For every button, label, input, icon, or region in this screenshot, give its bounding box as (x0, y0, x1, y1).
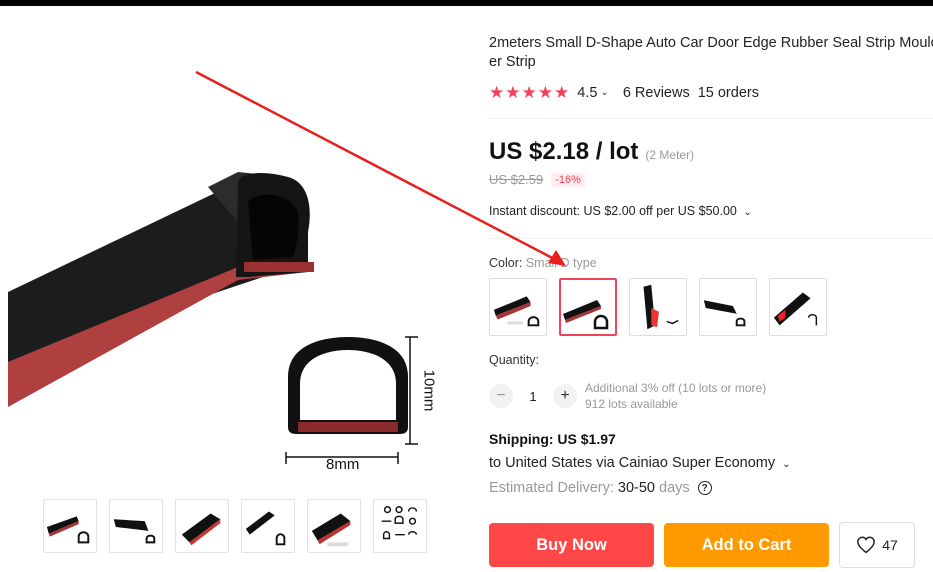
main-product-image[interactable]: 10mm 8mm (8, 32, 478, 487)
divider (489, 118, 933, 119)
instant-discount[interactable]: Instant discount: US $2.00 off per US $5… (489, 204, 752, 218)
quantity-info: Additional 3% off (10 lots or more) 912 … (585, 380, 766, 412)
reviews-link[interactable]: 6 Reviews (623, 85, 690, 101)
color-swatch-4[interactable] (699, 278, 757, 336)
thumbnail-4[interactable] (241, 499, 295, 553)
instant-discount-text: Instant discount: US $2.00 off per US $5… (489, 204, 737, 218)
thumbnail-1[interactable] (43, 499, 97, 553)
quantity-row: − 1 + Additional 3% off (10 lots or more… (489, 380, 766, 412)
rating-value[interactable]: 4.5 (577, 85, 597, 101)
thumbnail-strip (43, 499, 427, 553)
color-swatches (489, 278, 827, 336)
rating-row: ★ ★ ★ ★ ★ 4.5 ⌄ 6 Reviews 15 orders (489, 84, 759, 101)
estimated-delivery: Estimated Delivery: 30-50 days ? (489, 480, 712, 496)
original-price: US $2.59 (489, 172, 544, 187)
additional-discount-text: Additional 3% off (10 lots or more) (585, 381, 767, 395)
selected-color-value: Small D type (525, 256, 597, 270)
minus-icon[interactable]: − (489, 384, 513, 408)
star-icon: ★ (521, 83, 537, 102)
product-title-continued: er Strip (489, 54, 536, 70)
thumbnail-6[interactable] (373, 499, 427, 553)
width-dimension-label: 8mm (326, 456, 360, 473)
product-title: 2meters Small D-Shape Auto Car Door Edge… (489, 35, 933, 51)
delivery-unit: days (659, 480, 690, 496)
delivery-label: Estimated Delivery: (489, 480, 614, 496)
star-half-icon: ★ (554, 83, 570, 102)
thumbnail-5[interactable] (307, 499, 361, 553)
plus-icon[interactable]: + (553, 384, 577, 408)
add-to-cart-button[interactable]: Add to Cart (664, 523, 829, 567)
chevron-down-icon[interactable]: ⌄ (600, 87, 608, 98)
star-icon: ★ (537, 83, 553, 102)
delivery-value: 30-50 (617, 480, 655, 496)
action-buttons: Buy Now Add to Cart 47 (489, 522, 915, 568)
thumbnail-3[interactable] (175, 499, 229, 553)
lots-available-text: 912 lots available (585, 397, 678, 411)
help-icon[interactable]: ? (697, 481, 712, 495)
thumbnail-2[interactable] (109, 499, 163, 553)
color-label-row: Color: Small D type (489, 256, 597, 270)
buy-now-button[interactable]: Buy Now (489, 523, 654, 567)
wishlist-count: 47 (882, 537, 898, 553)
color-swatch-5[interactable] (769, 278, 827, 336)
chevron-down-icon: ⌄ (782, 459, 791, 470)
color-swatch-2-selected[interactable] (559, 278, 617, 336)
price-row: US $2.18 / lot (2 Meter) (489, 138, 694, 166)
height-dimension-label: 10mm (420, 369, 438, 412)
color-label: Color: (489, 256, 523, 270)
quantity-label: Quantity: (489, 353, 540, 367)
discount-badge: -16% (551, 172, 585, 187)
star-icon: ★ (489, 83, 505, 102)
shipping-title: Shipping: US $1.97 (489, 431, 616, 447)
color-swatch-1[interactable] (489, 278, 547, 336)
wishlist-button[interactable]: 47 (839, 522, 915, 568)
shipping-route-text: to United States via Cainiao Super Econo… (489, 455, 776, 471)
orders-count: 15 orders (697, 84, 759, 101)
star-rating: ★ ★ ★ ★ ★ (489, 84, 569, 101)
product-info-panel: 2meters Small D-Shape Auto Car Door Edge… (489, 34, 933, 568)
star-icon: ★ (505, 83, 521, 102)
price-unit-note: (2 Meter) (645, 148, 695, 162)
color-swatch-3[interactable] (629, 278, 687, 336)
chevron-down-icon: ⌄ (743, 207, 752, 218)
divider (489, 238, 933, 239)
quantity-value[interactable]: 1 (513, 389, 553, 404)
heart-icon (857, 536, 876, 554)
original-price-row: US $2.59 -16% (489, 172, 585, 187)
shipping-route[interactable]: to United States via Cainiao Super Econo… (489, 455, 791, 471)
top-bar (0, 0, 933, 6)
current-price: US $2.18 / lot (489, 138, 639, 165)
